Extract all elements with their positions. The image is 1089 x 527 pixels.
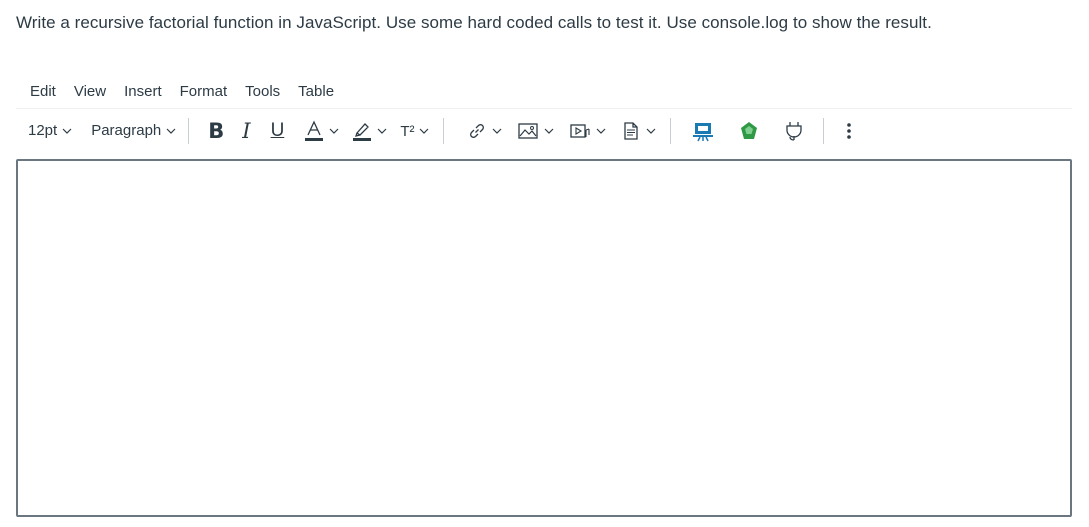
highlight-color-button[interactable]	[347, 116, 393, 146]
chevron-down-icon	[62, 128, 72, 134]
toolbar-separator	[823, 118, 825, 144]
plugin-button[interactable]	[779, 116, 809, 146]
editor-menubar: Edit View Insert Format Tools Table	[16, 76, 1072, 109]
chevron-down-icon	[597, 128, 606, 134]
presentation-app-button[interactable]	[687, 116, 719, 146]
chevron-down-icon	[420, 128, 429, 134]
more-vertical-icon	[847, 123, 852, 139]
chevron-down-icon	[493, 128, 502, 134]
bold-button[interactable]: B	[203, 116, 229, 146]
media-icon	[570, 124, 591, 138]
superscript-button[interactable]: T²	[395, 116, 435, 146]
plug-icon	[786, 122, 803, 141]
underline-icon: U	[270, 120, 285, 141]
bold-icon: B	[208, 119, 225, 143]
menu-view[interactable]: View	[74, 80, 112, 104]
toolbar-separator	[443, 118, 445, 144]
highlight-icon	[353, 123, 372, 141]
chevron-down-icon	[545, 128, 554, 134]
green-circular-app-icon	[741, 122, 758, 139]
italic-icon: I	[242, 119, 251, 143]
superscript-icon: T²	[400, 122, 415, 140]
link-button[interactable]	[462, 116, 508, 146]
font-size-value: 12pt	[28, 122, 58, 139]
block-format-value: Paragraph	[91, 122, 162, 139]
font-size-select[interactable]: 12pt	[16, 116, 78, 146]
document-icon	[624, 122, 639, 140]
editor-toolbar: 12pt Paragraph B I U T²	[16, 112, 1072, 150]
image-button[interactable]	[512, 116, 560, 146]
block-format-select[interactable]: Paragraph	[86, 116, 182, 146]
menu-table[interactable]: Table	[298, 80, 340, 104]
more-options-button[interactable]	[838, 116, 860, 146]
toolbar-separator	[670, 118, 672, 144]
menu-edit[interactable]: Edit	[30, 80, 62, 104]
chevron-down-icon	[329, 128, 339, 134]
underline-button[interactable]: U	[266, 116, 290, 146]
italic-button[interactable]: I	[237, 116, 255, 146]
green-circular-app-button[interactable]	[733, 116, 765, 146]
media-button[interactable]	[564, 116, 612, 146]
text-color-button[interactable]	[299, 116, 345, 146]
chevron-down-icon	[166, 128, 176, 134]
toolbar-separator	[188, 118, 190, 144]
question-prompt: Write a recursive factorial function in …	[16, 13, 932, 32]
menu-format[interactable]: Format	[180, 80, 234, 104]
document-button[interactable]	[616, 116, 662, 146]
rich-text-editor-area[interactable]	[16, 159, 1072, 517]
text-color-icon	[305, 120, 324, 141]
menu-insert[interactable]: Insert	[124, 80, 168, 104]
link-icon	[470, 124, 485, 138]
presentation-app-icon	[693, 123, 714, 142]
menu-tools[interactable]: Tools	[245, 80, 286, 104]
chevron-down-icon	[647, 128, 656, 134]
chevron-down-icon	[377, 128, 387, 134]
image-icon	[518, 123, 539, 139]
